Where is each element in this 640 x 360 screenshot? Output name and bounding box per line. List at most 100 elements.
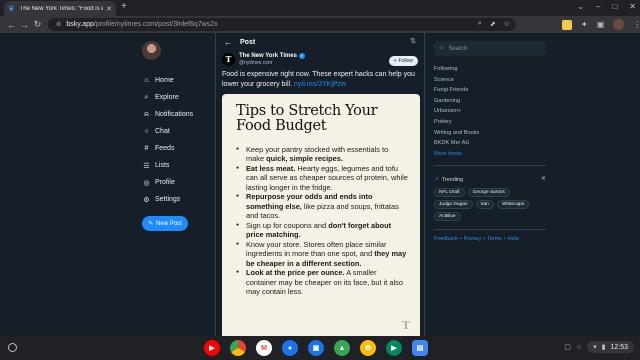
nav-label: Feeds xyxy=(155,145,175,152)
search-icon: ⌕ xyxy=(144,93,149,101)
nav-label: Lists xyxy=(155,162,170,169)
follow-button[interactable]: + Follow xyxy=(388,56,418,66)
close-window-icon[interactable]: ✕ xyxy=(629,2,636,11)
trending-section: ↗ Trending ✕ NFL Draft George Santos Judg… xyxy=(434,175,546,231)
feed-link[interactable]: Urbanism+ xyxy=(434,106,546,117)
author-handle[interactable]: @nytimes.com xyxy=(239,60,305,66)
sidebar-icon[interactable]: ▣ xyxy=(597,20,605,29)
trending-chip[interactable]: Iran xyxy=(475,200,494,210)
close-tab-icon[interactable]: ✕ xyxy=(106,5,112,13)
trending-chip[interactable]: Judge Dugan xyxy=(434,200,473,210)
trending-chips: NFL Draft George Santos Judge Dugan Iran… xyxy=(434,188,540,222)
messages-icon[interactable]: ● xyxy=(282,340,298,356)
nav-label: Home xyxy=(155,77,174,84)
search-input[interactable]: ⌕ Search xyxy=(434,41,546,56)
footer-link-terms[interactable]: Terms xyxy=(487,236,502,242)
feed-link[interactable]: Fungi Friends xyxy=(434,85,546,96)
nav-explore[interactable]: ⌕ Explore xyxy=(142,89,212,106)
feed-link[interactable]: Writing and Books xyxy=(434,128,546,139)
compose-icon: ✎ xyxy=(148,221,154,227)
nyt-avatar[interactable]: T xyxy=(222,52,235,66)
author-name[interactable]: The New York Times ✓ xyxy=(239,52,306,59)
tips-list: Keep your pantry stocked with essentials… xyxy=(236,145,408,296)
bookmark-star-icon[interactable]: ☆ xyxy=(504,20,510,28)
trending-chip[interactable]: Whitecaps xyxy=(496,200,530,210)
files-icon[interactable]: ▤ xyxy=(412,340,428,356)
clock: 12:53 xyxy=(610,343,628,351)
post-link[interactable]: nyti.ms/3YKjPzw xyxy=(294,81,346,88)
share-icon[interactable]: ⬈ xyxy=(490,20,496,28)
tip-text: Know your store. Stores often place simi… xyxy=(246,239,387,259)
play-store-icon[interactable]: ▶ xyxy=(386,340,402,356)
launcher-icon[interactable] xyxy=(8,343,17,352)
tip-item: Eat less meat. Hearty eggs, legumes and … xyxy=(236,164,408,192)
trending-chip[interactable]: George Santos xyxy=(467,188,510,198)
right-sidebar: ⌕ Search Following Science Fungi Friends… xyxy=(434,41,546,242)
reload-icon[interactable]: ↻ xyxy=(31,19,44,30)
back-arrow-icon[interactable]: ← xyxy=(224,38,232,47)
footer-link-privacy[interactable]: Privacy xyxy=(464,236,482,242)
nyt-watermark: T xyxy=(401,319,410,332)
tab-search-icon[interactable]: ⌄ xyxy=(577,2,584,11)
footer-link-help[interactable]: Help xyxy=(508,236,519,242)
new-tab-button[interactable]: + xyxy=(121,1,127,12)
back-arrow-icon[interactable]: ← xyxy=(5,20,18,30)
nav-label: Profile xyxy=(155,179,175,186)
left-nav: ⌂ Home ⌕ Explore ⍾ Notifications ○ Chat # Fee… xyxy=(142,41,212,231)
gmail-icon[interactable]: M xyxy=(256,340,272,356)
maximize-icon[interactable]: □ xyxy=(612,2,617,11)
forward-arrow-icon[interactable]: → xyxy=(18,20,31,30)
profile-avatar-icon[interactable] xyxy=(613,19,625,30)
extensions-puzzle-icon[interactable]: ✦ xyxy=(581,20,588,29)
tab-strip: ❦ The New York Times: “Food is e ✕ + ⌄ –… xyxy=(0,0,640,16)
verified-check-icon: ✓ xyxy=(299,52,306,59)
nav-label: Notifications xyxy=(155,111,194,118)
site-info-icon[interactable]: ⚙ xyxy=(56,21,61,28)
nav-feeds[interactable]: # Feeds xyxy=(142,140,212,157)
status-area[interactable]: ▾ ▮ 12:53 xyxy=(587,341,634,353)
footer-links: Feedback • Privacy • Terms • Help xyxy=(434,236,546,242)
browser-tab[interactable]: ❦ The New York Times: “Food is e ✕ xyxy=(4,1,116,16)
user-avatar[interactable] xyxy=(142,41,161,60)
minimize-icon[interactable]: – xyxy=(596,2,600,11)
camera-icon[interactable]: ▣ xyxy=(308,340,324,356)
list-icon: ☰ xyxy=(143,162,150,170)
feed-link[interactable]: BKDK Mer AU xyxy=(434,138,546,149)
address-bar[interactable]: ⚙ bsky.app/profile/nytimes.com/post/3lnl… xyxy=(48,18,516,31)
post-body: Food is expensive right now. These exper… xyxy=(216,67,424,89)
more-feeds-link[interactable]: More feeds xyxy=(434,149,546,160)
nav-notifications[interactable]: ⍾ Notifications xyxy=(142,106,212,123)
notification-icon[interactable]: ○ xyxy=(577,344,581,351)
footer-link-feedback[interactable]: Feedback xyxy=(434,236,458,242)
nav-chat[interactable]: ○ Chat xyxy=(142,123,212,140)
omnibox-actions: ⌕ ⬈ ☆ xyxy=(478,20,510,28)
plus-icon: + xyxy=(393,58,397,64)
footer-separator: • xyxy=(459,236,462,243)
menu-dots-icon[interactable]: ⋮ xyxy=(633,20,640,29)
tip-item: Keep your pantry stocked with essentials… xyxy=(236,145,408,164)
feed-link[interactable]: Pottery xyxy=(434,117,546,128)
nav-lists[interactable]: ☰ Lists xyxy=(142,157,212,174)
chrome-icon[interactable] xyxy=(230,340,246,356)
trending-chip[interactable]: NFL Draft xyxy=(434,188,465,198)
feed-link[interactable]: Following xyxy=(434,64,546,75)
person-icon: ◎ xyxy=(143,179,150,187)
photos-icon[interactable]: ✿ xyxy=(360,340,376,356)
screen-capture-icon[interactable]: ▢ xyxy=(564,343,571,351)
maps-icon[interactable]: ▲ xyxy=(334,340,350,356)
nav-profile[interactable]: ◎ Profile xyxy=(142,174,212,191)
feed-link[interactable]: Gardening xyxy=(434,96,546,107)
new-post-button[interactable]: ✎ New Post xyxy=(142,216,188,231)
footer-separator: • xyxy=(503,236,506,243)
nav-settings[interactable]: ⚙ Settings xyxy=(142,191,212,208)
post-image[interactable]: Tips to Stretch Your Food Budget Keep yo… xyxy=(222,94,420,336)
zoom-icon[interactable]: ⌕ xyxy=(478,20,482,28)
extension-icon[interactable] xyxy=(562,19,572,30)
trending-chip[interactable]: ActBlue xyxy=(434,212,461,222)
close-icon[interactable]: ✕ xyxy=(541,175,546,182)
sort-options-icon[interactable]: ⇅ xyxy=(410,37,416,45)
feed-link[interactable]: Science xyxy=(434,75,546,86)
page-title: Post xyxy=(240,38,256,46)
youtube-icon[interactable]: ▶ xyxy=(204,340,220,356)
nav-home[interactable]: ⌂ Home xyxy=(142,72,212,89)
